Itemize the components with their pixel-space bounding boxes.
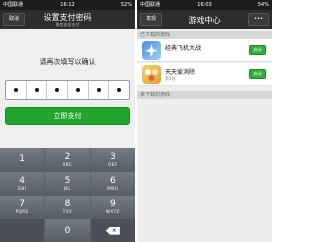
- key-digit: 8: [64, 199, 71, 210]
- payment-password-screen: 中国联通 16:12 52% 取消 设置支付密码 微信安全支付 请再次填写以确认…: [0, 0, 135, 242]
- key-letters: JKL: [63, 185, 72, 191]
- status-time: 16:12: [60, 2, 75, 8]
- key-0[interactable]: 0: [45, 219, 90, 242]
- battery-level: 52%: [120, 2, 132, 8]
- key-letters: DEF: [108, 161, 118, 167]
- pin-cell: [27, 81, 48, 99]
- pin-input[interactable]: [5, 80, 130, 100]
- key-4[interactable]: 4 GHI: [0, 171, 45, 195]
- pin-cell: [68, 81, 89, 99]
- key-digit: 6: [109, 175, 116, 186]
- game-name: 天天爱消除: [165, 69, 196, 76]
- launch-game-button[interactable]: 启动: [249, 69, 266, 79]
- nav-bar: 取消 设置支付密码 微信安全支付: [0, 10, 135, 29]
- game-name: 经典飞机大战: [165, 45, 202, 52]
- key-3[interactable]: 3 DEF: [90, 148, 135, 171]
- key-blank: [0, 219, 45, 242]
- battery-level: 54%: [257, 2, 269, 8]
- key-letters: ABC: [62, 161, 73, 167]
- launch-game-button[interactable]: 启动: [249, 45, 266, 55]
- game-list-area: [137, 99, 272, 239]
- pin-cell: [47, 81, 69, 99]
- pets-game-icon: [142, 65, 161, 84]
- not-downloaded-games-header: 未下载的游戏: [137, 91, 272, 99]
- game-row[interactable]: 经典飞机大战 启动: [137, 39, 272, 62]
- key-digit: 2: [64, 151, 71, 162]
- key-digit: 4: [19, 175, 26, 186]
- pin-dot: [13, 88, 18, 92]
- plane-game-icon: [142, 41, 161, 60]
- page-subtitle: 微信安全支付: [55, 22, 80, 27]
- pin-cell: [6, 81, 27, 99]
- key-letters: WXYZ: [105, 209, 120, 215]
- key-1[interactable]: 1: [0, 148, 45, 171]
- nav-bar: 发现 游戏中心 •••: [137, 10, 272, 29]
- key-digit: 5: [64, 175, 71, 186]
- downloaded-games-header: 已下载的游戏: [137, 31, 272, 39]
- key-letters: TUV: [62, 209, 73, 215]
- pin-dot: [96, 88, 101, 92]
- game-center-screen: 中国联通 16:03 54% 发现 游戏中心 ••• 已下载的游戏 经典飞机大战…: [137, 0, 272, 242]
- key-digit: 3: [109, 151, 116, 162]
- key-9[interactable]: 9 WXYZ: [90, 195, 135, 219]
- status-bar: 中国联通 16:12 52%: [0, 0, 135, 10]
- game-rank: 第1名: [165, 76, 176, 81]
- key-6[interactable]: 6 MNO: [90, 171, 135, 195]
- pin-cell: [89, 81, 110, 99]
- game-row[interactable]: 天天爱消除 第1名 启动: [137, 63, 272, 86]
- status-time: 16:03: [197, 2, 212, 8]
- key-digit: 9: [109, 199, 116, 210]
- confirm-prompt: 请再次填写以确认: [39, 58, 96, 66]
- key-7[interactable]: 7 PQRS: [0, 195, 45, 219]
- pin-cell: [109, 81, 129, 99]
- key-8[interactable]: 8 TUV: [45, 195, 90, 219]
- pin-dot: [117, 88, 122, 92]
- key-digit: 0: [64, 225, 71, 236]
- pay-now-button[interactable]: 立即支付: [5, 107, 130, 125]
- more-button[interactable]: •••: [248, 13, 269, 26]
- pin-dot: [34, 88, 39, 92]
- key-5[interactable]: 5 JKL: [45, 171, 90, 195]
- backspace-icon: ×: [105, 226, 120, 235]
- backspace-key[interactable]: ×: [90, 219, 135, 242]
- key-digit: 1: [19, 154, 26, 165]
- status-bar: 中国联通 16:03 54%: [137, 0, 272, 10]
- numeric-keypad: 1 2 ABC 3 DEF 4 GHI 5 JKL 6 MNO 7 PQRS 8 TUV 9W…: [0, 148, 135, 242]
- key-letters: PQRS: [15, 209, 29, 215]
- key-digit: 7: [19, 199, 26, 210]
- pin-dot: [55, 88, 60, 92]
- key-letters: GHI: [17, 185, 27, 191]
- pin-dot: [75, 88, 80, 92]
- key-2[interactable]: 2 ABC: [45, 148, 90, 171]
- key-letters: MNO: [107, 185, 119, 191]
